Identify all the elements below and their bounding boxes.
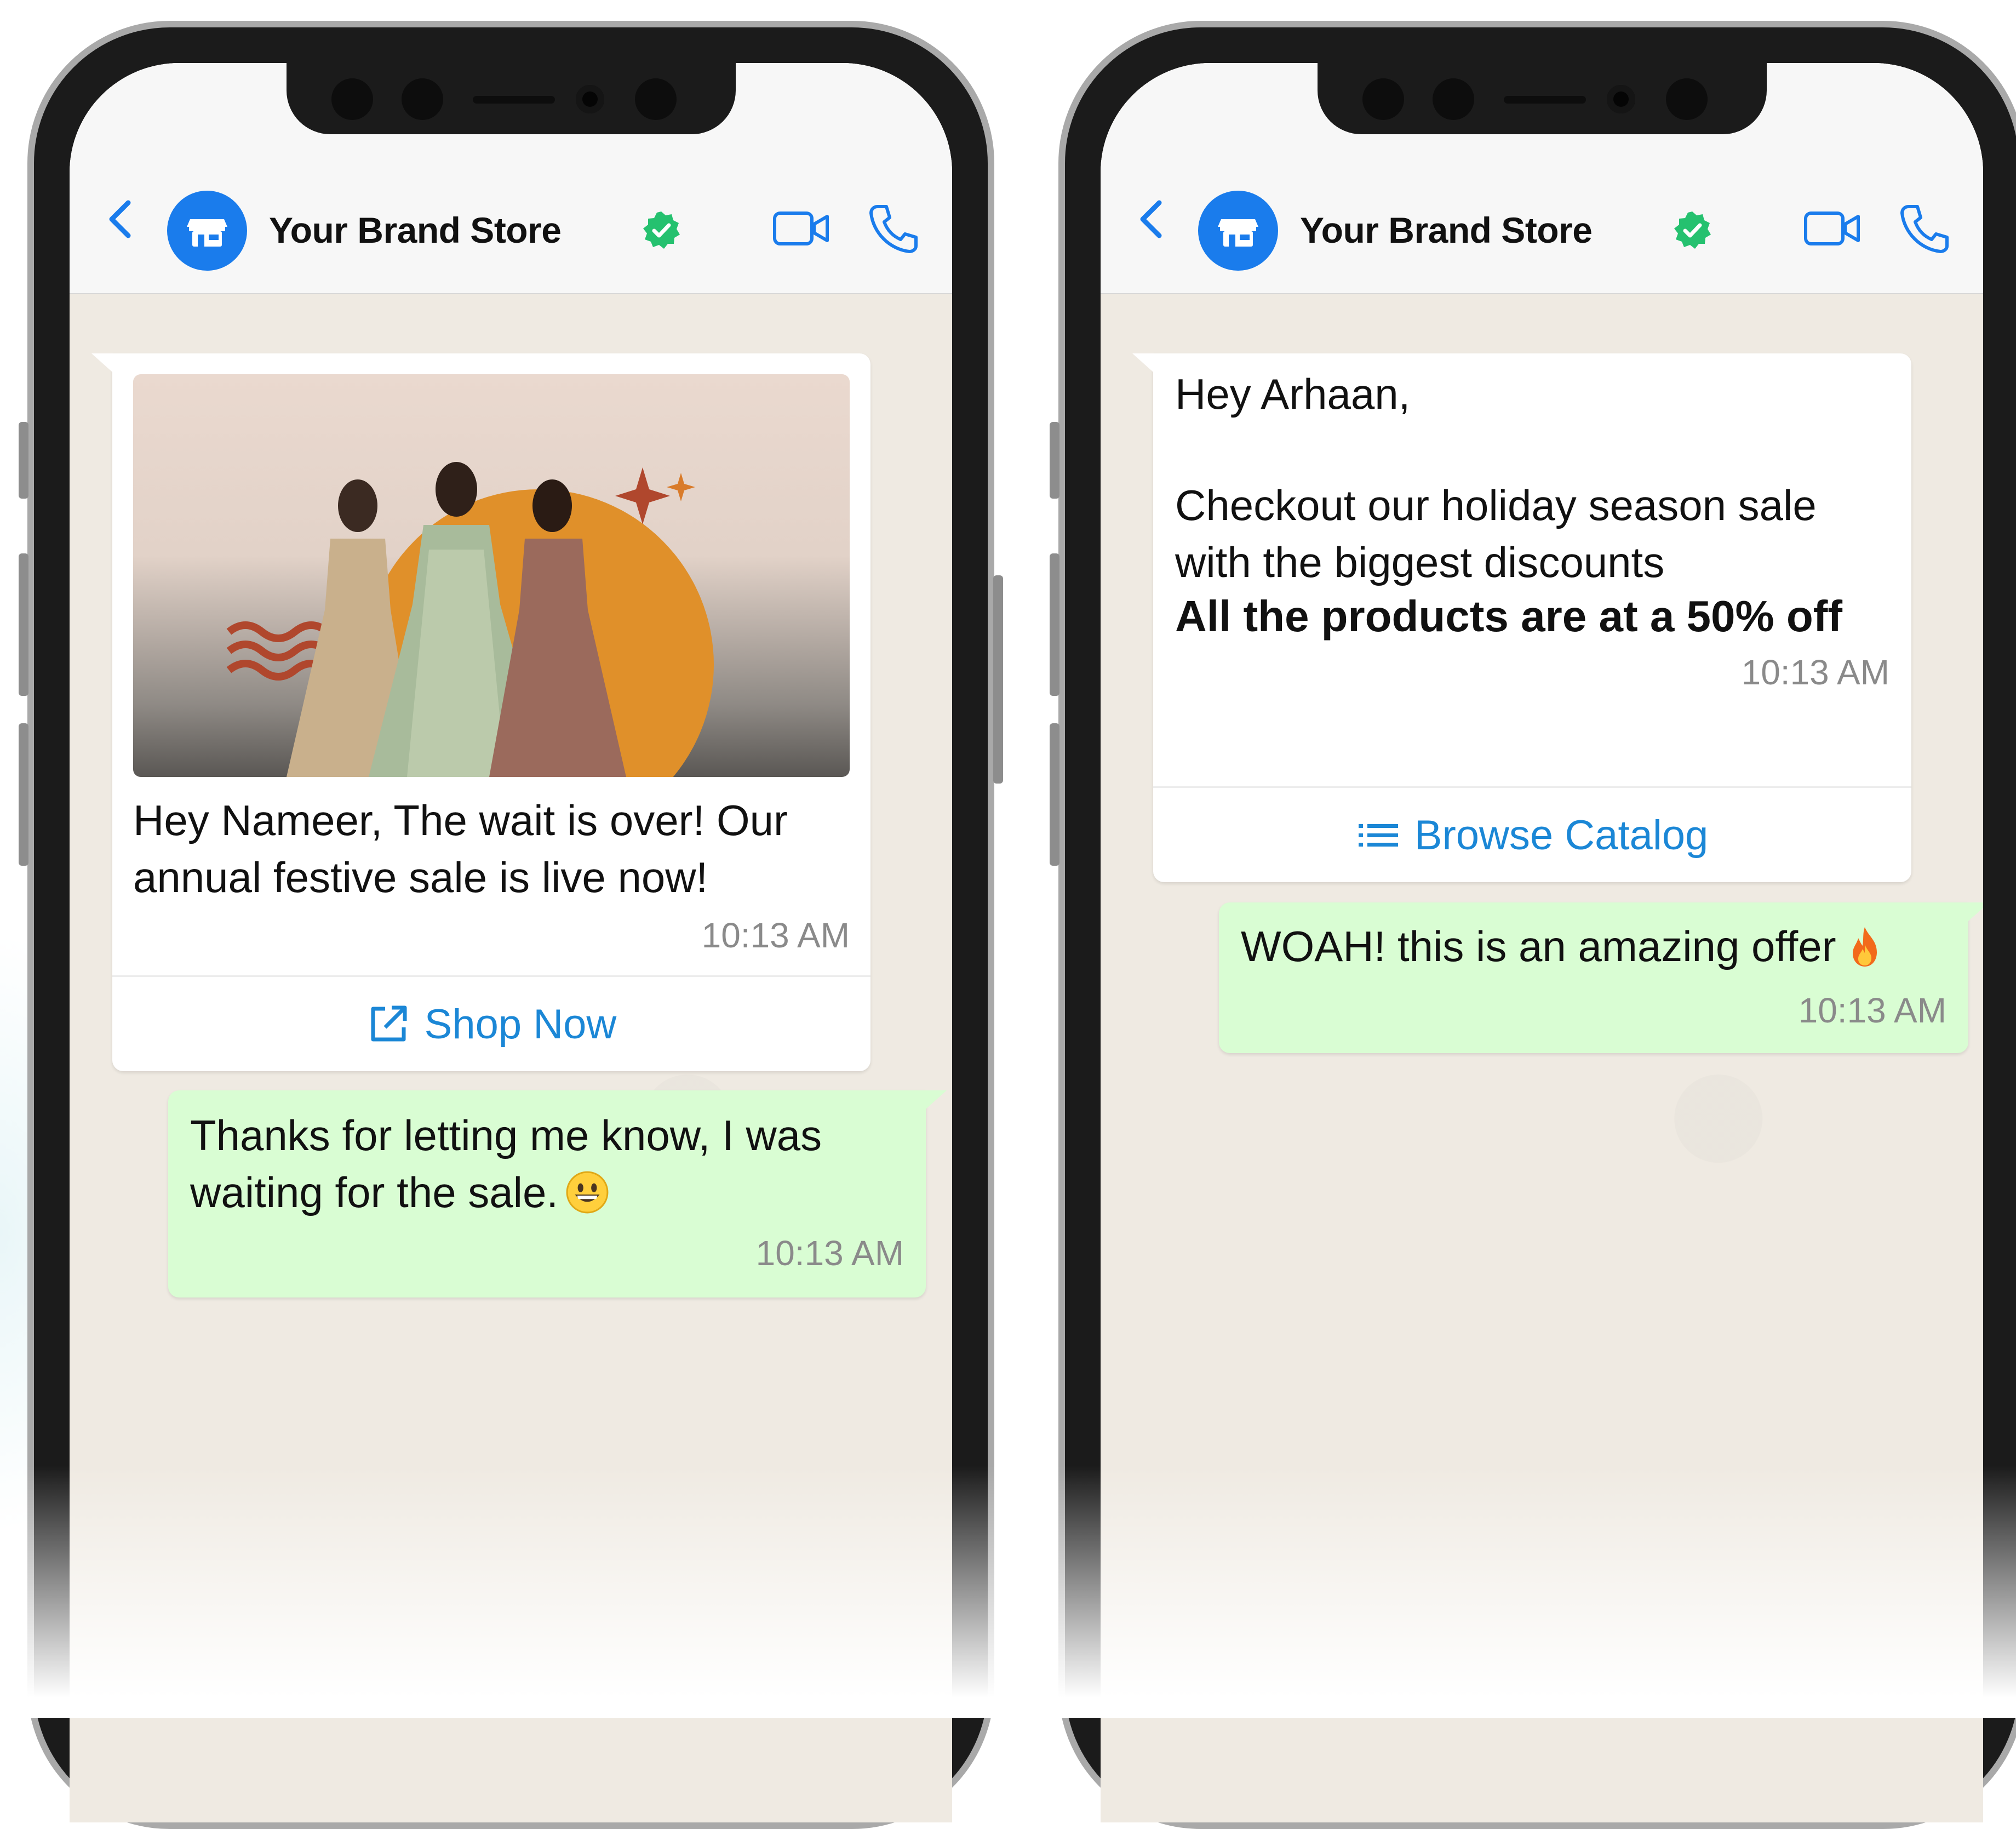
message-timestamp: 10:13 AM <box>701 916 850 955</box>
message-timestamp: 10:13 AM <box>1741 653 1889 692</box>
store-icon <box>187 219 227 247</box>
grinning-face-emoji <box>566 1171 609 1214</box>
incoming-message-bubble: Hey Nameer, The wait is over! Our annual… <box>91 353 870 1071</box>
external-link-icon <box>371 1005 407 1042</box>
list-icon <box>1358 824 1398 847</box>
verified-badge-icon <box>1674 212 1711 249</box>
volume-down-button <box>19 723 28 866</box>
chat-screen: Your Brand Store Hey Arhaan, Checkout ou… <box>1101 63 1983 1822</box>
phone-mockup-right: Your Brand Store Hey Arhaan, Checkout ou… <box>1050 21 2016 1829</box>
volume-up-button <box>1050 553 1059 696</box>
discount-text: All the products are at a 50% off <box>1175 592 1843 641</box>
phone-icon[interactable] <box>1897 201 1951 256</box>
chat-screen: Your Brand Store Hey Nameer, The wait is… <box>70 63 952 1822</box>
message-timestamp: 10:13 AM <box>1798 991 1946 1030</box>
browse-catalog-button[interactable]: Browse Catalog <box>1153 786 1911 882</box>
message-text: Thanks for letting me know, I was waitin… <box>190 1111 822 1216</box>
message-timestamp: 10:13 AM <box>755 1233 904 1273</box>
chevron-left-icon[interactable] <box>1131 197 1175 241</box>
message-text: Checkout our holiday season sale with th… <box>1175 481 1817 586</box>
contact-name: Your Brand Store <box>1300 210 1593 250</box>
outgoing-message-bubble: WOAH! this is an amazing offer 10:13 AM <box>1219 902 1983 1053</box>
message-text: Hey Nameer, The wait is over! Our annual… <box>133 796 788 901</box>
incoming-message-bubble: Hey Arhaan, Checkout our holiday season … <box>1132 353 1911 882</box>
verified-badge-icon <box>643 212 680 249</box>
contact-name: Your Brand Store <box>269 210 562 250</box>
shop-now-label: Shop Now <box>424 1001 617 1048</box>
volume-up-button <box>19 553 28 696</box>
mute-switch <box>19 422 28 499</box>
outgoing-message-bubble: Thanks for letting me know, I was waitin… <box>168 1090 947 1298</box>
avatar[interactable] <box>167 191 247 271</box>
shop-now-button[interactable]: Shop Now <box>112 975 870 1071</box>
power-button <box>993 575 1003 784</box>
store-icon <box>1218 219 1258 247</box>
video-camera-icon[interactable] <box>771 207 832 250</box>
volume-down-button <box>1050 723 1059 866</box>
fashion-banner-image[interactable] <box>133 374 850 777</box>
avatar[interactable] <box>1198 191 1278 271</box>
message-text: WOAH! this is an amazing offer <box>1241 922 1836 970</box>
phone-mockup-left: Your Brand Store Hey Nameer, The wait is… <box>19 21 1003 1829</box>
video-camera-icon[interactable] <box>1802 207 1863 250</box>
fire-emoji <box>1852 927 1877 967</box>
browse-catalog-label: Browse Catalog <box>1414 811 1709 859</box>
phone-icon[interactable] <box>866 201 920 256</box>
phone-notch <box>1317 63 1767 134</box>
promo-illustration <box>226 462 714 777</box>
chevron-left-icon[interactable] <box>100 197 144 241</box>
phone-notch <box>286 63 736 134</box>
greeting-text: Hey Arhaan, <box>1175 370 1411 418</box>
mute-switch <box>1050 422 1059 499</box>
